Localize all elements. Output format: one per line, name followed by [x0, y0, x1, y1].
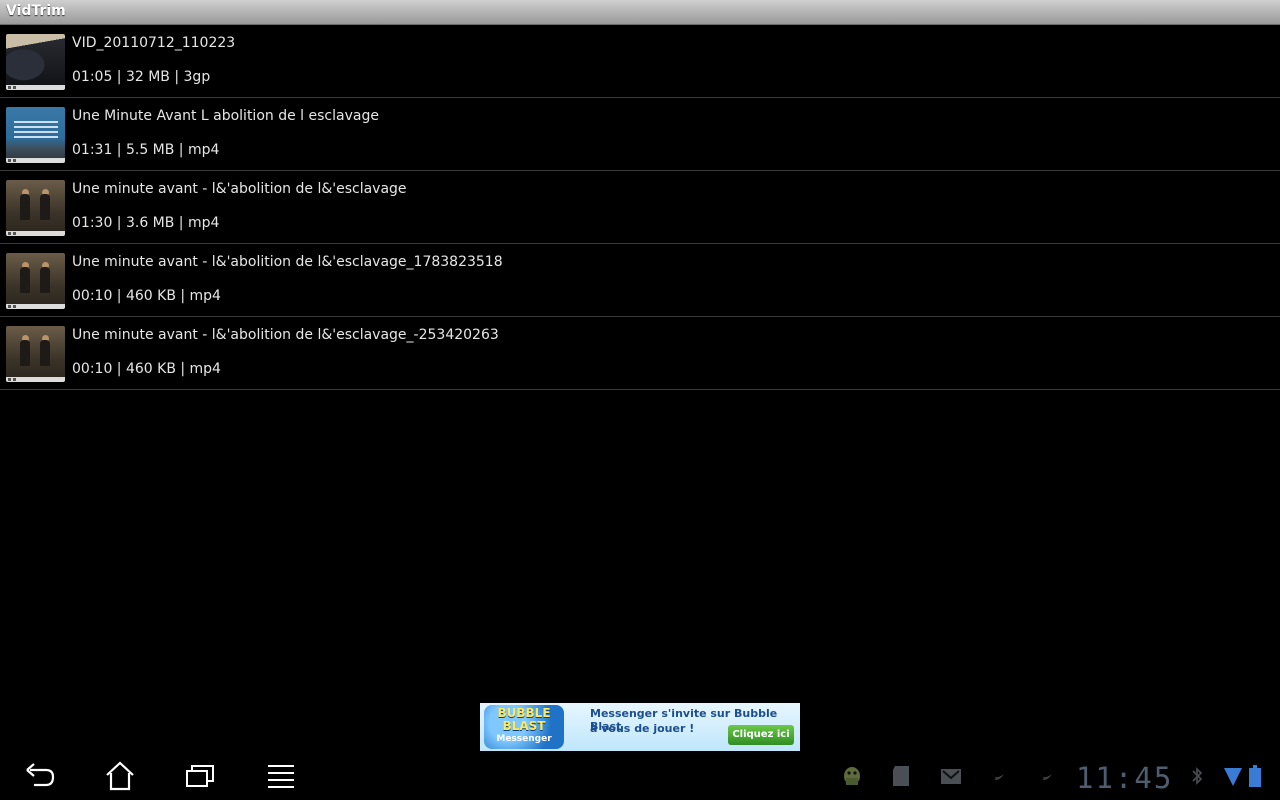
video-thumbnail — [6, 107, 65, 163]
video-name: Une minute avant - l&'abolition de l&'es… — [72, 181, 407, 197]
status-clock: 11:45 — [1076, 761, 1174, 795]
ad-logo-line3: Messenger — [496, 734, 552, 744]
video-meta: 01:30 | 3.6 MB | mp4 — [72, 215, 220, 231]
video-name: VID_20110712_110223 — [72, 35, 236, 51]
menu-icon — [268, 765, 294, 788]
wifi-icon — [1224, 768, 1242, 786]
title-bar: VidTrim — [0, 0, 1280, 25]
back-icon — [26, 763, 55, 787]
video-thumbnail — [6, 34, 65, 90]
recent-apps-button[interactable] — [180, 760, 220, 792]
twitter-icon — [1040, 774, 1052, 781]
app-title: VidTrim — [6, 3, 66, 19]
android-icon — [844, 767, 860, 785]
recent-apps-icon — [186, 765, 214, 787]
ad-cta-button[interactable]: Cliquez ici — [728, 725, 794, 745]
video-thumbnail — [6, 180, 65, 236]
video-meta: 01:31 | 5.5 MB | mp4 — [72, 142, 220, 158]
list-item[interactable]: VID_20110712_110223 01:05 | 32 MB | 3gp — [0, 25, 1280, 98]
back-button[interactable] — [20, 760, 60, 792]
bluetooth-icon — [1192, 767, 1203, 785]
battery-icon — [1249, 765, 1261, 787]
ad-banner[interactable]: BUBBLE BLAST Messenger Messenger s'invit… — [480, 703, 800, 751]
video-name: Une minute avant - l&'abolition de l&'es… — [72, 327, 499, 343]
video-thumbnail — [6, 253, 65, 309]
home-icon — [106, 761, 134, 791]
video-thumbnail — [6, 326, 65, 382]
list-item[interactable]: Une minute avant - l&'abolition de l&'es… — [0, 171, 1280, 244]
home-button[interactable] — [100, 760, 140, 792]
menu-button[interactable] — [262, 760, 302, 792]
ad-subline: à vous de jouer ! — [590, 722, 695, 735]
video-name: Une Minute Avant L abolition de l esclav… — [72, 108, 379, 124]
sd-card-icon — [893, 766, 909, 786]
video-meta: 00:10 | 460 KB | mp4 — [72, 361, 221, 377]
video-meta: 00:10 | 460 KB | mp4 — [72, 288, 221, 304]
list-item[interactable]: Une minute avant - l&'abolition de l&'es… — [0, 244, 1280, 317]
ad-logo: BUBBLE BLAST Messenger — [484, 705, 564, 749]
list-item[interactable]: Une Minute Avant L abolition de l esclav… — [0, 98, 1280, 171]
video-list: VID_20110712_110223 01:05 | 32 MB | 3gp … — [0, 25, 1280, 390]
twitter-icon — [992, 774, 1004, 781]
ad-logo-line2: BLAST — [502, 719, 546, 733]
video-name: Une minute avant - l&'abolition de l&'es… — [72, 254, 503, 270]
gmail-icon — [941, 769, 961, 784]
list-item[interactable]: Une minute avant - l&'abolition de l&'es… — [0, 317, 1280, 390]
video-meta: 01:05 | 32 MB | 3gp — [72, 69, 211, 85]
